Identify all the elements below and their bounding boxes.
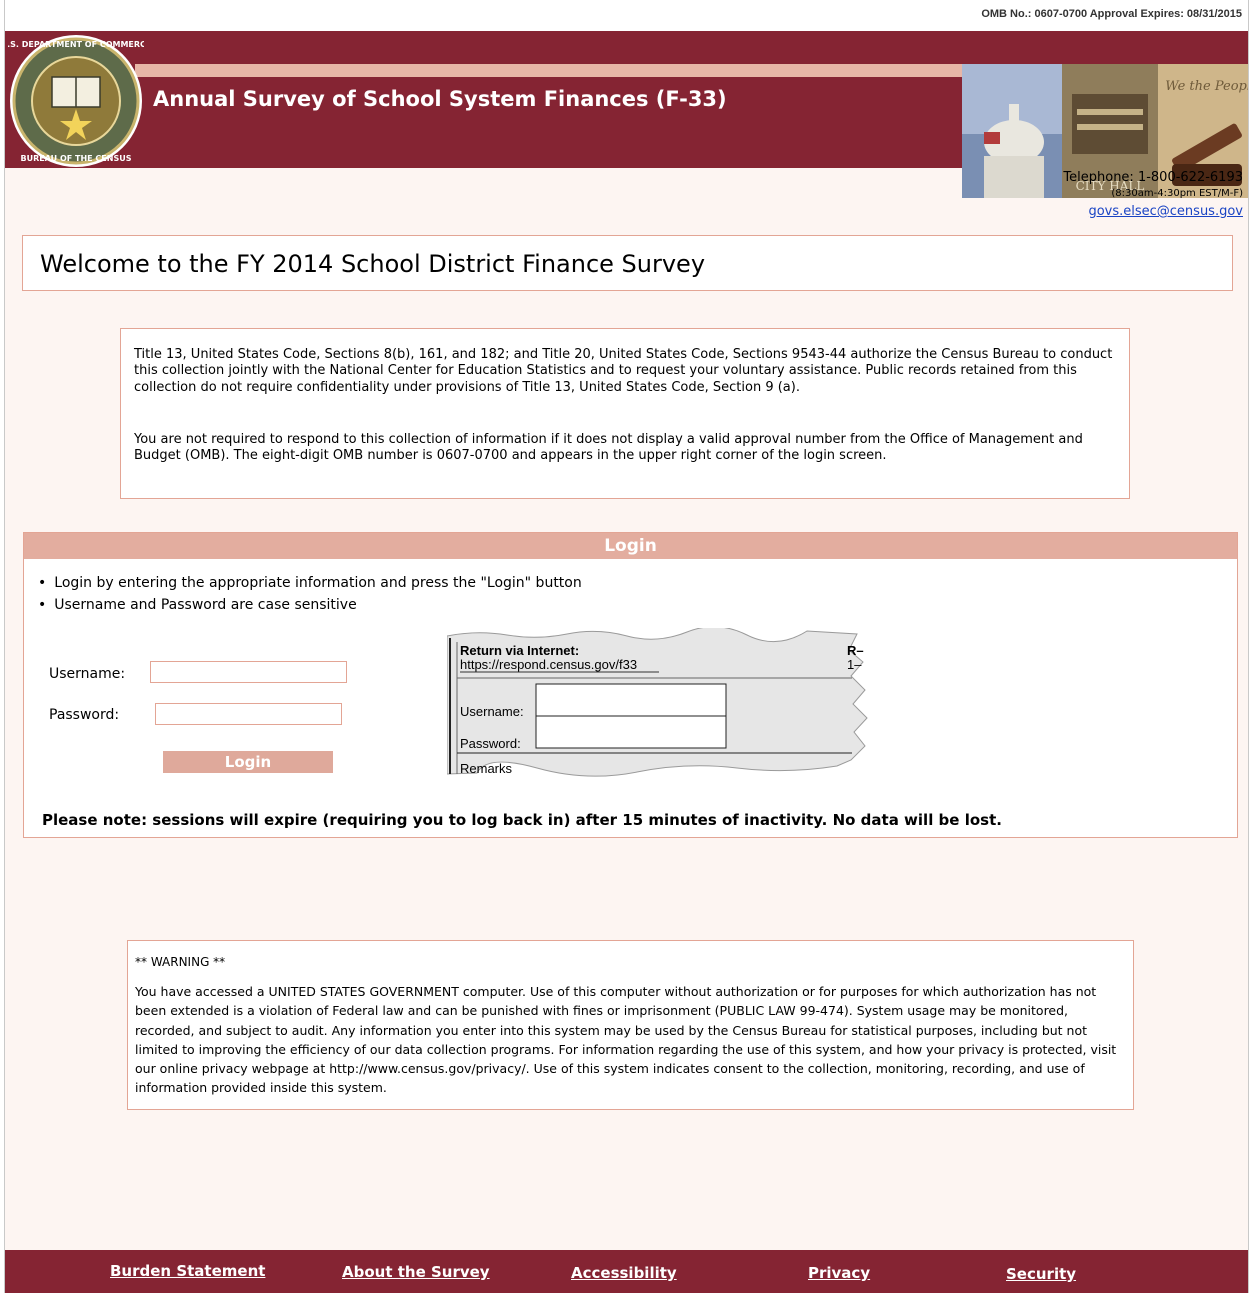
- footer-link-security[interactable]: Security: [1006, 1265, 1076, 1283]
- census-seal-logo: U.S. DEPARTMENT OF COMMERCE BUREAU OF TH…: [8, 35, 144, 167]
- support-hours: (8:30am-4:30pm EST/M-F): [1111, 187, 1243, 199]
- username-label: Username:: [49, 666, 126, 682]
- footer-link-about-the-survey[interactable]: About the Survey: [342, 1263, 490, 1281]
- footer-link-accessibility[interactable]: Accessibility: [571, 1264, 677, 1282]
- footer-nav: Burden Statement About the Survey Access…: [5, 1250, 1248, 1293]
- instruction-item: Login by entering the appropriate inform…: [38, 572, 581, 594]
- page-title: Annual Survey of School System Finances …: [153, 87, 727, 111]
- support-email-link[interactable]: govs.elsec@census.gov: [1088, 204, 1243, 219]
- login-instructions: Login by entering the appropriate inform…: [38, 572, 582, 616]
- sample-username-label: Username:: [460, 704, 524, 719]
- header-banner: U.S. DEPARTMENT OF COMMERCE BUREAU OF TH…: [5, 31, 1248, 198]
- top-strip: OMB No.: 0607-0700 Approval Expires: 08/…: [5, 0, 1248, 31]
- warning-title: ** WARNING **: [135, 955, 226, 969]
- sample-corner-text: R–: [847, 643, 864, 658]
- sample-form-image: Return via Internet: https://respond.cen…: [447, 628, 868, 777]
- svg-text:BUREAU OF THE CENSUS: BUREAU OF THE CENSUS: [21, 154, 132, 163]
- page-frame: OMB No.: 0607-0700 Approval Expires: 08/…: [4, 0, 1249, 1293]
- sample-title: Return via Internet:: [460, 643, 579, 658]
- login-button[interactable]: Login: [163, 751, 333, 773]
- login-heading: Login: [24, 533, 1237, 559]
- username-input[interactable]: [150, 661, 347, 683]
- authority-statement: Title 13, United States Code, Sections 8…: [120, 328, 1130, 499]
- omb-paragraph: You are not required to respond to this …: [134, 432, 1083, 464]
- sample-url: https://respond.census.gov/f33: [460, 657, 637, 672]
- welcome-box: Welcome to the FY 2014 School District F…: [22, 235, 1233, 291]
- warning-box: ** WARNING ** You have accessed a UNITED…: [127, 940, 1134, 1110]
- password-label: Password:: [49, 707, 120, 723]
- omb-notice: OMB No.: 0607-0700 Approval Expires: 08/…: [981, 8, 1242, 20]
- password-input[interactable]: [155, 703, 342, 725]
- banner-stripe: [135, 64, 965, 77]
- sample-corner-text-2: 1–: [847, 657, 862, 672]
- session-note: Please note: sessions will expire (requi…: [42, 811, 1002, 829]
- footer-link-burden-statement[interactable]: Burden Statement: [110, 1262, 265, 1280]
- contact-info: Telephone: 1-800-622-6193 (8:30am-4:30pm…: [1063, 170, 1243, 221]
- constitution-text: We the People: [1165, 79, 1248, 94]
- warning-body: You have accessed a UNITED STATES GOVERN…: [135, 984, 1117, 1096]
- svg-text:U.S. DEPARTMENT OF COMMERCE: U.S. DEPARTMENT OF COMMERCE: [8, 40, 144, 49]
- sample-remarks-label: Remarks: [460, 761, 513, 776]
- footer-link-privacy[interactable]: Privacy: [808, 1264, 870, 1282]
- telephone-number: Telephone: 1-800-622-6193: [1063, 170, 1243, 185]
- sample-password-label: Password:: [460, 736, 521, 751]
- authority-paragraph: Title 13, United States Code, Sections 8…: [134, 347, 1113, 395]
- login-panel: Login Login by entering the appropriate …: [23, 532, 1238, 838]
- instruction-item: Username and Password are case sensitive: [38, 594, 582, 616]
- welcome-heading: Welcome to the FY 2014 School District F…: [40, 250, 706, 278]
